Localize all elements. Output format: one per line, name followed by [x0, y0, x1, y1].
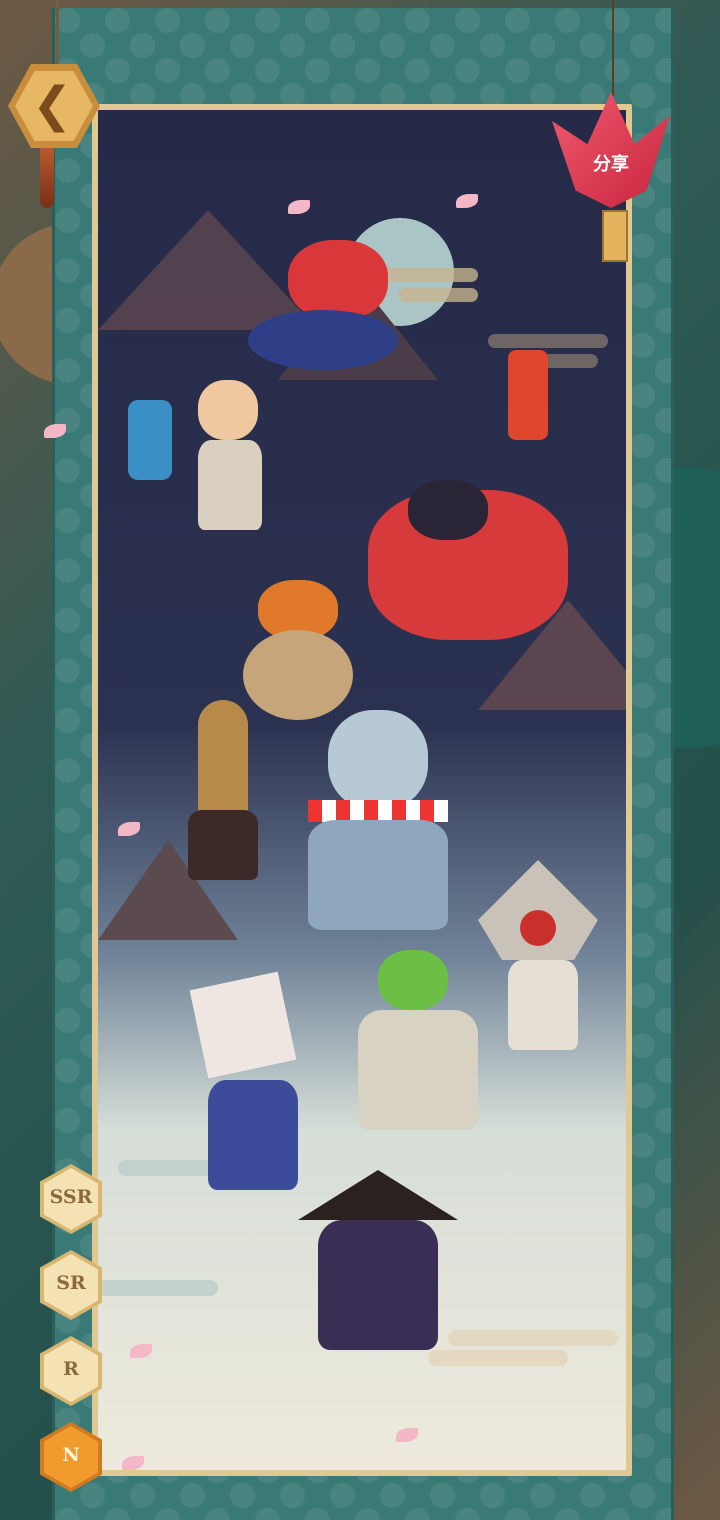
shikigami-scroll-panel [92, 104, 632, 1476]
tassel [40, 148, 54, 208]
straw-hat-ronin-character[interactable] [278, 1170, 478, 1370]
back-button[interactable]: ❮ [8, 64, 100, 148]
rarity-label: SR [56, 1272, 86, 1294]
share-tag [602, 210, 628, 262]
rarity-filter-r[interactable]: R [40, 1336, 102, 1406]
rarity-label: R [63, 1358, 79, 1380]
share-label: 分享 [593, 154, 629, 175]
goblin-monk-character[interactable] [338, 930, 498, 1150]
rarity-filter-ssr[interactable]: SSR [40, 1164, 102, 1234]
chevron-left-icon: ❮ [32, 77, 73, 133]
hanging-string [612, 0, 614, 96]
share-button[interactable]: 分享 [552, 92, 670, 208]
rarity-label: SSR [49, 1186, 93, 1208]
hanging-string [56, 0, 59, 66]
rarity-filter-sr[interactable]: SR [40, 1250, 102, 1320]
lantern-boy-character[interactable] [128, 360, 308, 560]
cloud [98, 1280, 218, 1296]
rarity-label: N [62, 1444, 80, 1466]
rarity-filter-n[interactable]: N [40, 1422, 102, 1492]
